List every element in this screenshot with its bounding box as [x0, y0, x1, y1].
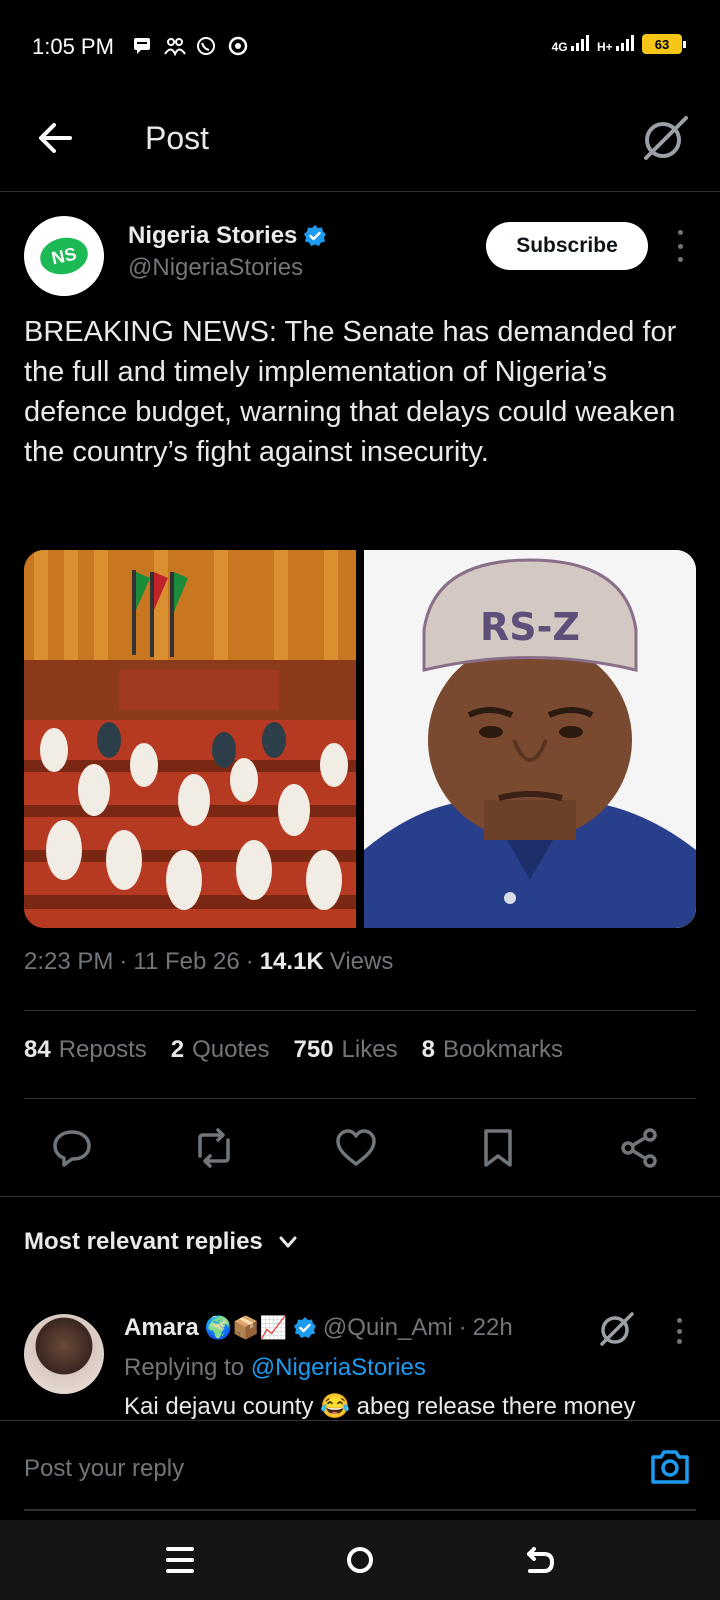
share-icon [621, 1128, 657, 1168]
reply-input[interactable]: Post your reply [24, 1455, 184, 1483]
chrome-icon [228, 36, 248, 56]
verified-badge-icon [303, 224, 327, 248]
grok-icon [600, 1312, 634, 1346]
back-button[interactable] [32, 114, 80, 162]
status-bar: 1:05 PM 4G H+ 63 [0, 0, 720, 92]
network-label: H+ [596, 39, 613, 54]
nigeria-stories-logo: NS [36, 233, 92, 279]
cap-embroidery-text: RS-Z [480, 605, 580, 649]
reply-author-handle[interactable]: @Quin_Ami [323, 1314, 453, 1342]
reply-more-button[interactable] [674, 1318, 684, 1344]
heart-icon [336, 1129, 376, 1166]
post-time: 2:23 PM [24, 948, 114, 975]
more-dot [677, 257, 683, 262]
replying-to: Replying to @NigeriaStories [124, 1354, 426, 1382]
back-arrow-icon [527, 1547, 555, 1573]
post-media[interactable]: RS-Z [24, 550, 696, 928]
meta-separator: · [119, 948, 128, 975]
reply-age: 22h [472, 1314, 513, 1341]
grok-button[interactable] [594, 1312, 638, 1350]
author-name-row[interactable]: Nigeria Stories [128, 222, 327, 250]
app-bar: Post [0, 92, 720, 192]
author-handle[interactable]: @NigeriaStories [128, 254, 303, 282]
replies-sort-label: Most relevant replies [24, 1228, 263, 1255]
system-nav-bar [0, 1520, 720, 1600]
post-author: NS Nigeria Stories @NigeriaStories Subsc… [0, 192, 720, 300]
reposts-stat[interactable]: 84 Reposts [24, 1036, 147, 1064]
replies-sort-button[interactable]: Most relevant replies [24, 1228, 299, 1256]
divider [0, 1196, 720, 1197]
menu-icon [166, 1547, 194, 1573]
reply-name-emojis: 🌍📦📈 [204, 1315, 287, 1340]
system-back-button[interactable] [520, 1540, 560, 1580]
repost-button[interactable] [190, 1124, 238, 1172]
bookmark-icon [484, 1129, 512, 1167]
reply-item[interactable]: Amara 🌍📦📈 @Quin_Ami · 22h Replying to @N… [0, 1312, 720, 1420]
camera-icon [651, 1450, 689, 1484]
post-stats: 84 Reposts 2 Quotes 750 Likes 8 Bookmarks [24, 1036, 563, 1064]
divider [24, 1098, 696, 1099]
likes-stat[interactable]: 750 Likes [294, 1036, 398, 1064]
grok-button[interactable] [636, 110, 692, 166]
post-meta: 2:23 PM · 11 Feb 26 · 14.1K Views [24, 948, 393, 976]
home-button[interactable] [340, 1540, 380, 1580]
reply-author-name[interactable]: Amara [124, 1314, 199, 1342]
whatsapp-icon [196, 36, 216, 56]
message-icon [132, 36, 152, 56]
home-circle-icon [347, 1547, 373, 1573]
share-button[interactable] [616, 1124, 664, 1172]
verified-badge-icon [293, 1316, 317, 1340]
page-title: Post [145, 120, 210, 156]
meta-separator: · [245, 948, 254, 975]
replying-to-link[interactable]: @NigeriaStories [251, 1354, 426, 1381]
author-name: Nigeria Stories [128, 222, 298, 249]
author-avatar[interactable]: NS [24, 216, 104, 296]
repost-icon [198, 1128, 230, 1168]
status-time: 1:05 PM [32, 34, 114, 59]
battery-indicator: 63 [642, 34, 686, 54]
grok-icon [644, 116, 688, 160]
recents-button[interactable] [160, 1540, 200, 1580]
replying-prefix: Replying to [124, 1354, 245, 1381]
senate-chamber-image[interactable] [24, 550, 356, 928]
reply-button[interactable] [48, 1124, 96, 1172]
post-text: BREAKING NEWS: The Senate has demanded f… [24, 316, 677, 468]
signal-hplus: H+ [596, 34, 634, 54]
bookmarks-stat[interactable]: 8 Bookmarks [422, 1036, 563, 1064]
arrow-left-icon [39, 123, 72, 153]
system-indicators: 4G H+ 63 [551, 34, 686, 54]
reply-text: Kai dejavu county 😂 abeg release there m… [124, 1393, 636, 1420]
reply-composer: Post your reply [0, 1420, 720, 1520]
reply-header: Amara 🌍📦📈 @Quin_Ami · 22h [124, 1314, 513, 1342]
more-dot [676, 1328, 682, 1334]
more-dot [676, 1339, 682, 1344]
more-dot [677, 230, 683, 235]
divider [24, 1010, 696, 1011]
more-dot [677, 243, 683, 249]
quotes-stat[interactable]: 2 Quotes [171, 1036, 270, 1064]
views-count[interactable]: 14.1K [260, 948, 324, 976]
more-dot [676, 1318, 682, 1323]
composer-underline [24, 1509, 696, 1511]
reply-icon [53, 1130, 91, 1167]
post-date: 11 Feb 26 [133, 948, 240, 975]
senator-portrait-image[interactable]: RS-Z [364, 550, 696, 928]
post-actions [0, 1124, 720, 1196]
network-label: 4G [551, 39, 568, 54]
more-options-button[interactable] [668, 230, 692, 262]
views-label[interactable]: Views [330, 948, 394, 976]
notification-icons [132, 36, 248, 57]
bookmark-button[interactable] [474, 1124, 522, 1172]
subscribe-button[interactable]: Subscribe [486, 222, 648, 270]
camera-button[interactable] [648, 1445, 692, 1489]
reply-avatar[interactable] [24, 1314, 104, 1394]
signal-4g: 4G [551, 34, 589, 54]
meta-separator: · [458, 1314, 467, 1341]
chevron-down-icon [279, 1236, 297, 1248]
group-icon [164, 36, 186, 57]
like-button[interactable] [332, 1124, 380, 1172]
